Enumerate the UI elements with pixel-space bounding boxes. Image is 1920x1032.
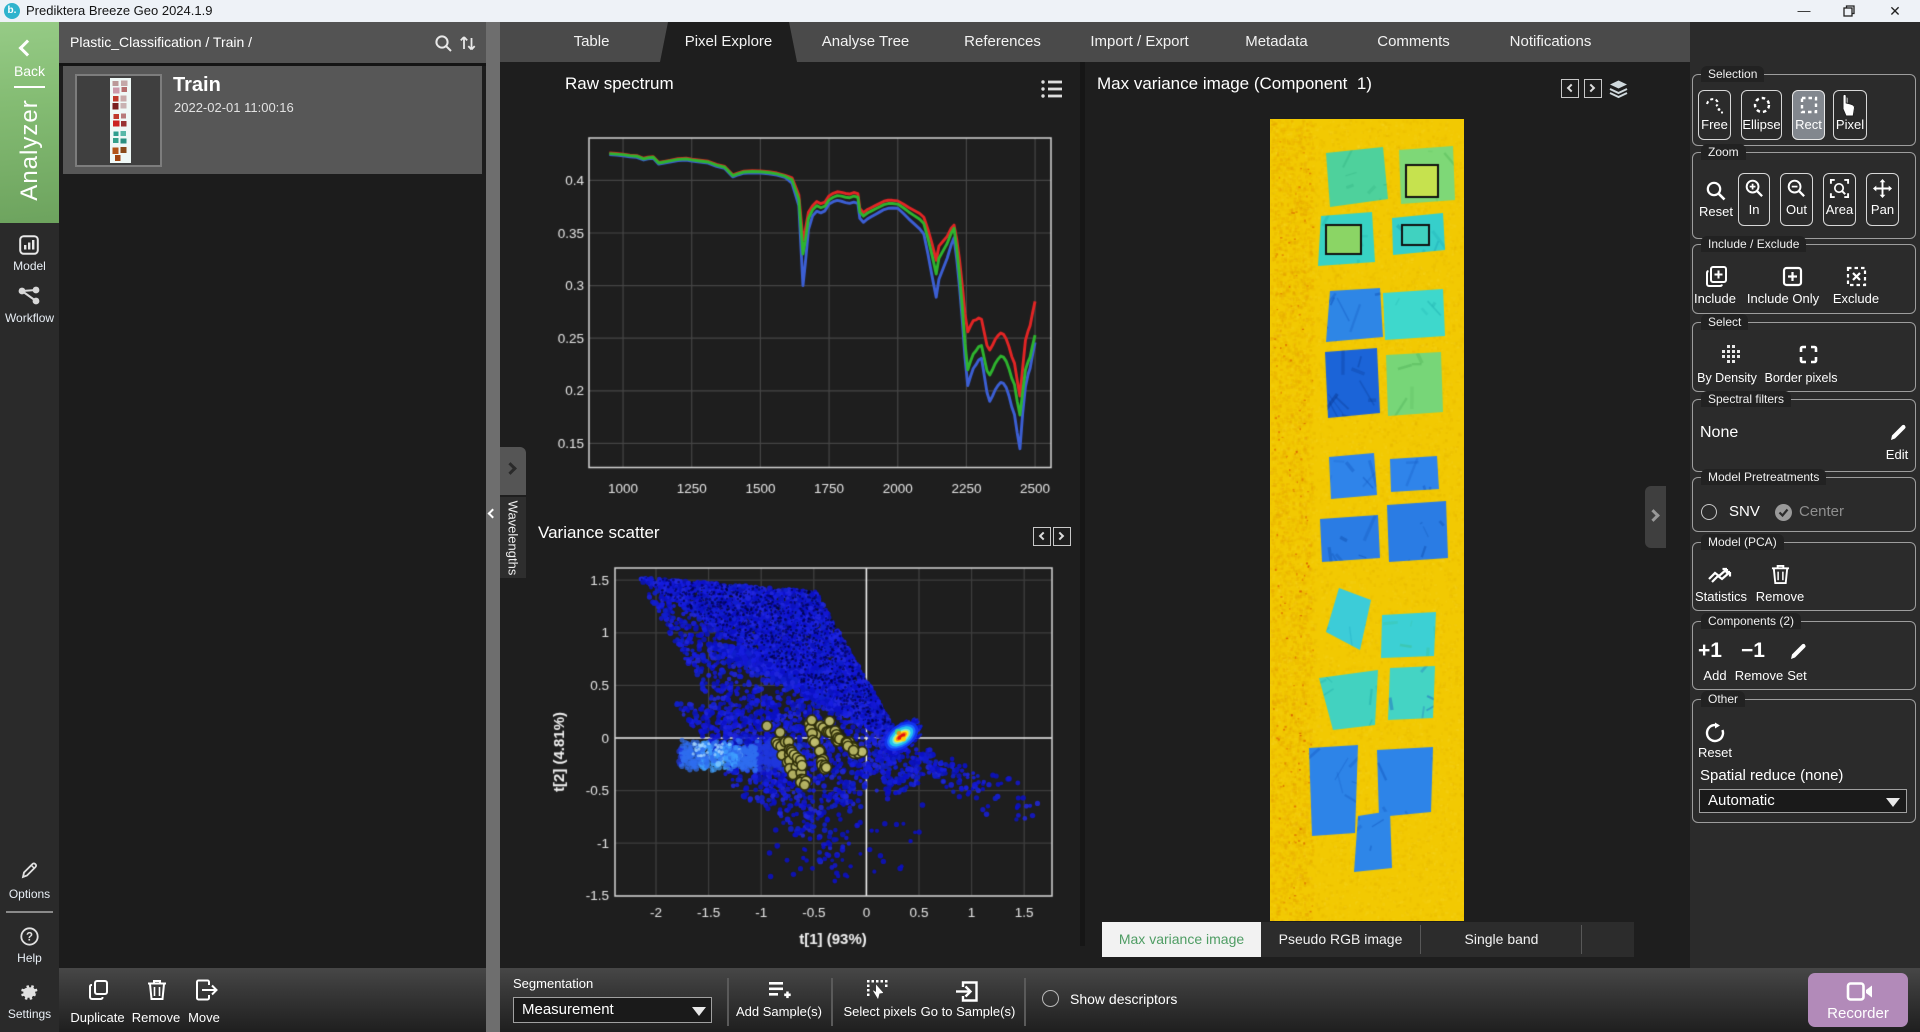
svg-text:?: ? [26, 932, 33, 944]
